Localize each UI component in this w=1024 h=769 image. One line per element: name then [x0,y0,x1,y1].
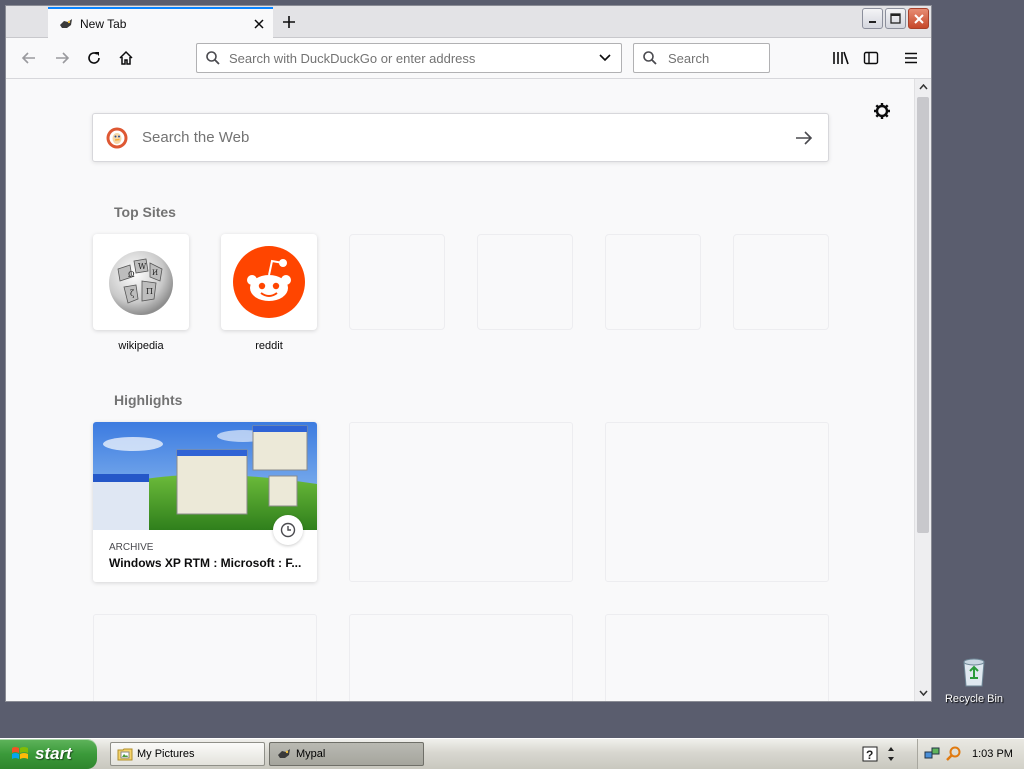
tray-scroll-icon[interactable] [886,744,896,764]
svg-text:ζ: ζ [130,289,135,298]
empty-top-site-slot [477,234,573,330]
back-button[interactable] [15,44,43,72]
web-search-input[interactable] [140,128,792,147]
navigation-toolbar [6,38,931,79]
chevron-up-icon [918,84,928,90]
windows-logo-icon [12,747,28,759]
close-tab-icon[interactable] [251,16,267,32]
desktop-icon-recycle-bin[interactable]: Recycle Bin [942,656,1006,705]
web-search-box[interactable] [92,113,829,162]
search-submit-button[interactable] [792,126,816,150]
reddit-alien-icon [233,246,305,318]
maximize-icon [890,13,901,24]
tab-title: New Tab [80,16,127,31]
taskbar-button-label: My Pictures [137,748,195,760]
top-site-tile[interactable]: Ω W И ζ Π [93,234,189,330]
close-window-button[interactable] [908,8,929,29]
empty-highlight-slot [605,614,829,701]
browser-window: New Tab Search with DuckDuckGo or enter … [5,5,932,702]
gear-icon[interactable] [872,101,892,121]
arrow-left-icon [21,52,35,64]
search-input[interactable] [666,49,760,67]
clock: 1:03 PM [972,748,1013,760]
taskbar-button-my-pictures[interactable]: My Pictures [110,742,265,766]
svg-text:?: ? [866,748,873,762]
folder-pictures-icon [117,748,133,761]
empty-highlight-slot [349,614,573,701]
search-bar[interactable] [633,43,770,73]
empty-highlight-slot [605,422,829,582]
system-tray: 1:03 PM [917,739,1024,769]
search-icon [643,51,657,65]
reload-icon [88,52,100,64]
arrow-right-icon [796,130,813,145]
home-icon [119,50,133,65]
new-tab-button[interactable] [278,11,300,33]
empty-highlight-slot [349,422,573,582]
reload-button[interactable] [80,44,108,72]
minimize-button[interactable] [862,8,883,29]
search-tray-icon[interactable] [946,746,962,762]
url-bar[interactable] [196,43,622,73]
taskbar-button-label: Mypal [296,748,326,760]
svg-text:W: W [138,262,147,271]
top-site-tile[interactable] [221,234,317,330]
start-button[interactable]: start [0,739,97,769]
start-label: start [35,744,72,763]
svg-text:И: И [152,269,158,277]
search-icon [206,51,220,65]
arrow-right-icon [56,52,70,64]
top-sites-heading: Top Sites [114,204,176,220]
url-input[interactable] [227,49,595,67]
menu-button[interactable] [897,44,925,72]
network-icon[interactable] [924,746,940,762]
help-icon[interactable]: ? [862,746,878,762]
highlight-title: Windows XP RTM : Microsoft : F... [109,556,302,570]
scroll-down-button[interactable] [915,685,931,701]
highlight-thumbnail [93,422,317,530]
highlight-context: ARCHIVE [109,542,154,553]
duckduckgo-logo-icon [106,127,128,148]
vertical-scrollbar[interactable] [914,79,931,701]
wikipedia-globe-icon: Ω W И ζ Π [109,251,173,315]
chevron-down-icon [599,54,611,62]
chevron-down-icon [918,690,928,696]
taskbar-button-mypal[interactable]: Mypal [269,742,424,766]
window-controls [862,8,929,29]
new-tab-page: Top Sites Ω W И ζ Π wikipedia [6,79,915,701]
tab-strip: New Tab [6,6,931,38]
plus-icon [283,16,295,28]
mypal-favicon-icon [60,18,72,28]
recycle-bin-icon [963,658,985,687]
top-site-label: wikipedia [118,340,164,352]
empty-top-site-slot [733,234,829,330]
scroll-up-button[interactable] [915,79,931,95]
clock-icon [273,515,303,545]
close-icon [913,13,924,24]
top-site-label: reddit [255,340,283,352]
library-icon [833,51,849,65]
highlights-heading: Highlights [114,392,183,408]
empty-highlight-slot [93,614,317,701]
svg-text:Π: Π [146,287,153,296]
minimize-icon [868,20,876,23]
forward-button[interactable] [48,44,76,72]
home-button[interactable] [112,44,140,72]
empty-top-site-slot [349,234,445,330]
sidebar-icon [863,51,879,65]
scroll-thumb[interactable] [917,97,929,533]
url-dropdown-button[interactable] [595,50,615,66]
desktop-icon-label: Recycle Bin [944,693,1004,705]
library-button[interactable] [827,44,855,72]
hamburger-menu-icon [905,52,917,64]
maximize-button[interactable] [885,8,906,29]
mypal-app-icon [278,749,290,758]
sidebar-button[interactable] [857,44,885,72]
svg-text:Ω: Ω [128,270,135,279]
empty-top-site-slot [605,234,701,330]
taskbar: start My Pictures Mypal ? 1:03 PM [0,738,1024,769]
tab-new-tab[interactable]: New Tab [48,7,273,38]
highlight-card[interactable]: ARCHIVE Windows XP RTM : Microsoft : F..… [93,422,317,582]
